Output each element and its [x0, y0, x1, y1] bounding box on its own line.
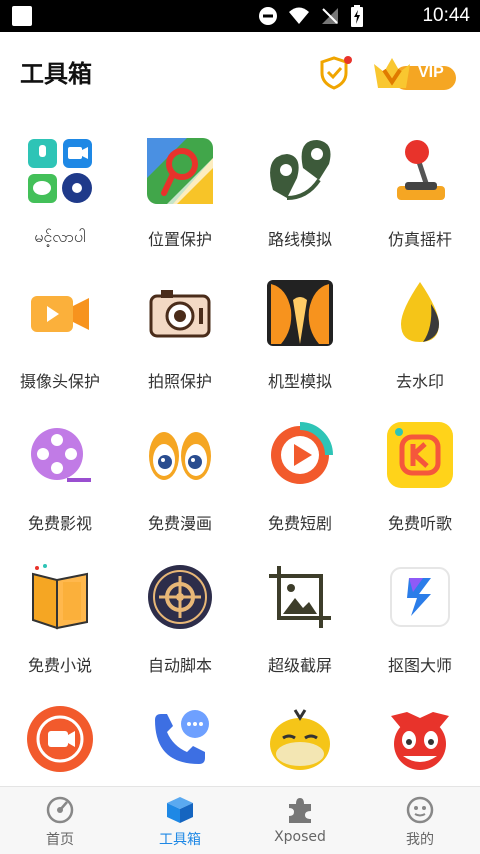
nav-label-xposed: Xposed: [274, 829, 326, 845]
status-time: 10:44: [422, 5, 470, 26]
tool-item[interactable]: [0, 686, 120, 786]
duck-icon: [270, 709, 330, 770]
tool-item[interactable]: [360, 686, 480, 786]
crosshair-icon: [148, 565, 212, 629]
cartoon-eyes-icon: [149, 432, 211, 480]
play-circle-icon: [271, 422, 333, 484]
water-drop-icon: [401, 282, 439, 342]
battery-charging-icon: [351, 5, 363, 27]
nav-tab-mine[interactable]: 我的: [360, 787, 480, 854]
no-signal-icon: [322, 8, 338, 24]
app-notification-icon: [12, 6, 32, 26]
tool-label: 去水印: [395, 372, 444, 391]
map-pin-icon: [147, 138, 213, 204]
crop-screenshot-icon: [269, 566, 331, 628]
tool-label: 位置保护: [147, 230, 212, 249]
tool-item[interactable]: 摄像头保护: [0, 260, 120, 402]
tool-item[interactable]: [240, 686, 360, 786]
tool-item[interactable]: 去水印: [360, 260, 480, 402]
nav-tab-xposed[interactable]: Xposed: [240, 787, 360, 854]
shield-check-icon: [320, 56, 352, 90]
home-disc-icon: [46, 796, 74, 824]
tool-item[interactable]: 机型模拟: [240, 260, 360, 402]
tool-item[interactable]: 免费漫画: [120, 402, 240, 544]
tool-item[interactable]: 位置保护: [120, 118, 240, 260]
tool-grid: မင့်လာပါ 位置保护 路线模拟 仿真摇杆 摄像头保护 拍照保护 机型模拟 …: [0, 118, 480, 786]
bottom-navigation: 首页 工具箱 Xposed 我的: [0, 786, 480, 854]
vip-button[interactable]: VIP: [372, 50, 458, 94]
nav-tab-home[interactable]: 首页: [0, 787, 120, 854]
tool-label: 超级截屏: [267, 656, 332, 675]
page-title: 工具箱: [20, 60, 92, 88]
cube-icon: [167, 797, 193, 823]
nav-label-toolbox: 工具箱: [159, 832, 201, 848]
cutout-icon: [390, 567, 450, 627]
music-k-icon: [387, 422, 453, 488]
tool-item[interactable]: 免费影视: [0, 402, 120, 544]
screen-record-icon: [27, 706, 93, 772]
tool-label: 免费漫画: [147, 514, 212, 533]
profile-face-icon: [406, 796, 434, 824]
tool-item[interactable]: 仿真摇杆: [360, 118, 480, 260]
tool-label: 摄像头保护: [19, 372, 100, 391]
nav-tab-toolbox[interactable]: 工具箱: [120, 787, 240, 854]
tool-label: 免费短剧: [267, 514, 332, 533]
do-not-disturb-icon: [259, 7, 277, 25]
tool-item[interactable]: 自动脚本: [120, 544, 240, 686]
tool-label: 自动脚本: [147, 656, 212, 675]
clown-icon: [391, 712, 449, 770]
book-icon: [32, 564, 88, 630]
tool-label: 拍照保护: [147, 372, 212, 391]
route-pins-icon: [270, 140, 331, 200]
tool-label: 免费小说: [27, 656, 92, 675]
tool-item[interactable]: မင့်လာပါ: [0, 118, 120, 260]
vip-crown-badge-icon: [374, 58, 456, 90]
tool-label: 抠图大师: [387, 656, 452, 675]
video-camera-icon: [31, 296, 89, 332]
photo-camera-icon: [149, 290, 211, 338]
tool-item[interactable]: [120, 686, 240, 786]
joystick-icon: [397, 140, 445, 200]
vip-label: VIP: [418, 64, 444, 81]
header: 工具箱 VIP: [0, 32, 480, 110]
tool-item[interactable]: 免费短剧: [240, 402, 360, 544]
tool-item[interactable]: 拍照保护: [120, 260, 240, 402]
tool-item[interactable]: 抠图大师: [360, 544, 480, 686]
tool-label: 免费听歌: [387, 514, 452, 533]
phone-call-icon: [155, 710, 209, 764]
tool-label: 机型模拟: [267, 372, 332, 391]
protection-shield-button[interactable]: [318, 56, 352, 90]
film-reel-icon: [31, 428, 91, 482]
tool-label: မင့်လာပါ: [34, 227, 86, 246]
puzzle-icon: [289, 798, 311, 823]
tool-item[interactable]: 免费小说: [0, 544, 120, 686]
status-bar: 10:44: [0, 0, 480, 32]
app-launcher-icon: [28, 139, 92, 203]
tool-label: 免费影视: [27, 514, 92, 533]
nav-label-mine: 我的: [406, 832, 434, 848]
tool-item[interactable]: 免费听歌: [360, 402, 480, 544]
tool-label: 仿真摇杆: [387, 230, 452, 249]
tool-item[interactable]: 超级截屏: [240, 544, 360, 686]
wifi-icon: [289, 7, 309, 24]
tool-label: 路线模拟: [267, 230, 332, 249]
tool-item[interactable]: 路线模拟: [240, 118, 360, 260]
phone-model-icon: [267, 280, 333, 346]
nav-label-home: 首页: [46, 832, 74, 848]
